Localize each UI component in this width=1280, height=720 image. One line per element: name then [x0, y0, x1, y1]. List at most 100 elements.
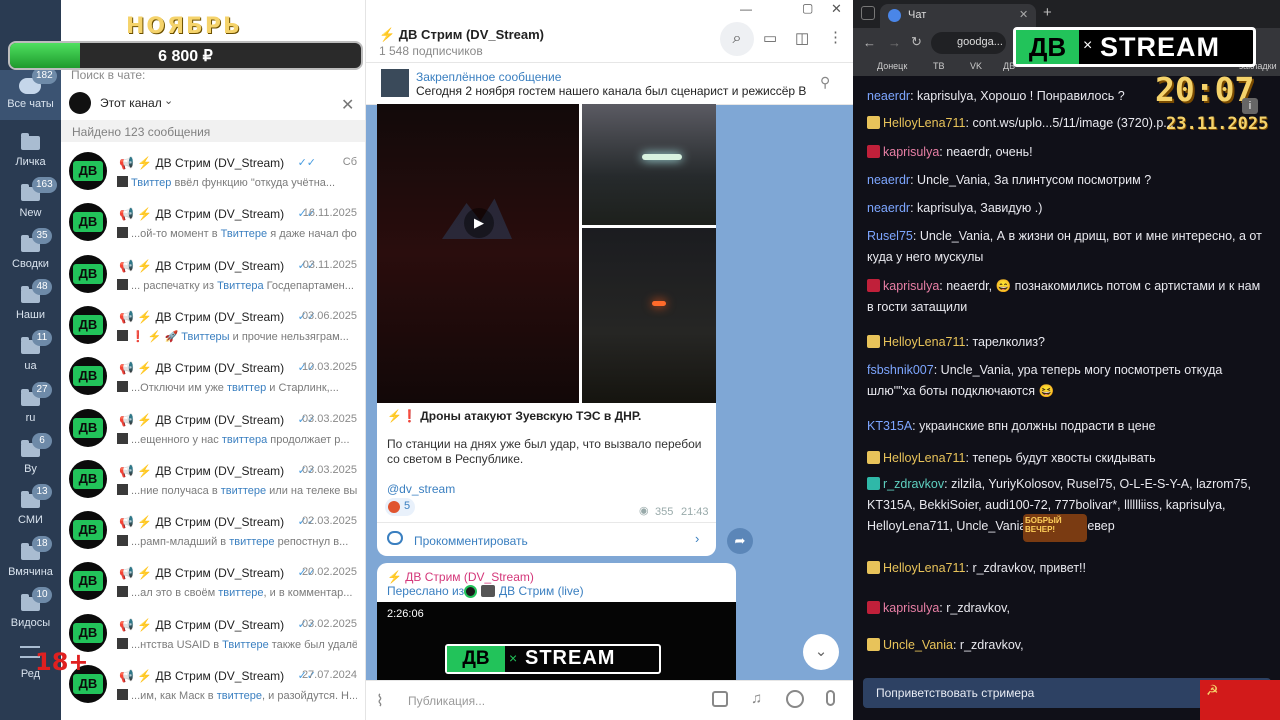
folder-label: New [19, 207, 42, 219]
search-input[interactable]: Поиск в чате: [71, 68, 351, 86]
result-snippet: ...рамп-младший в твиттере репостнул в..… [117, 535, 357, 548]
chat-message: fsbshnik007: Uncle_Vania, ура теперь мог… [867, 360, 1267, 402]
search-result-row[interactable]: ДВ 📢 ⚡ ДВ Стрим (DV_Stream) ✓✓ 03.03.2025..… [61, 403, 366, 454]
search-result-row[interactable]: ДВ 📢 ⚡ ДВ Стрим (DV_Stream) ✓✓ 03.11.2025..… [61, 249, 366, 300]
chat-username[interactable]: neaerdr [867, 89, 910, 103]
chat-username[interactable]: Rusel75 [867, 229, 913, 243]
chat-log: neaerdr: kaprisulya, Хорошо ! Понравилос… [853, 80, 1280, 674]
chat-username[interactable]: Uncle_Vania [883, 638, 953, 652]
folder-rail: 182 Все чаты Личка 163 New 35 Сводки 48 Наш… [0, 0, 61, 720]
folder-all-chats[interactable]: 182 Все чаты [0, 68, 61, 120]
bell-icon[interactable]: ♫ [751, 690, 762, 707]
search-result-row[interactable]: ДВ 📢 ⚡ ДВ Стрим (DV_Stream) ✓✓ 27.07.2024..… [61, 659, 366, 710]
chat-username[interactable]: fsbshnik007 [867, 363, 934, 377]
stream-video-preview[interactable]: 2:26:06 ДВ × STREAM [377, 602, 736, 680]
folder-personal[interactable]: Личка [0, 128, 61, 178]
minimize-icon[interactable]: — [740, 2, 752, 16]
comment-bar[interactable]: Прокомментировать › [377, 522, 716, 556]
search-result-row[interactable]: ДВ 📢 ⚡ ДВ Стрим (DV_Stream) ✓✓ 02.03.2025..… [61, 505, 366, 556]
folder-vmyachina[interactable]: 18 Вмячина [0, 536, 61, 588]
play-icon[interactable]: ▶ [464, 208, 494, 238]
result-date: 27.07.2024 [301, 669, 357, 681]
thumbnail-icon [117, 535, 128, 547]
search-result-row[interactable]: ДВ 📢 ⚡ ДВ Стрим (DV_Stream) ✓✓ Сб Твиттер вв… [61, 146, 366, 197]
folder-badge: 48 [32, 279, 52, 295]
more-options-icon[interactable]: ⋮ [828, 28, 843, 46]
folder-ua[interactable]: 11 ua [0, 330, 61, 382]
search-result-row[interactable]: ДВ 📢 ⚡ ДВ Стрим (DV_Stream) ✓✓ 20.02.2025..… [61, 556, 366, 607]
chat-username[interactable]: kaprisulya [883, 601, 939, 615]
fwd-author[interactable]: ⚡ ДВ Стрим (DV_Stream) [387, 570, 534, 584]
compose-input[interactable]: Публикация... [408, 694, 485, 708]
channel-avatar: ДВ [69, 254, 107, 293]
avatar-logo: ДВ [73, 263, 103, 284]
bookmark-item[interactable]: ТВ [933, 61, 945, 71]
new-tab-icon[interactable]: + [1043, 4, 1052, 21]
folder-svodki[interactable]: 35 Сводки [0, 228, 61, 280]
folder-nashi[interactable]: 48 Наши [0, 279, 61, 331]
chat-username[interactable]: r_zdravkov [883, 477, 944, 491]
chat-username[interactable]: neaerdr [867, 201, 910, 215]
live-stream-icon[interactable]: ▭ [763, 29, 777, 47]
close-window-icon[interactable]: ✕ [831, 1, 842, 17]
folder-ru[interactable]: 27 ru [0, 382, 61, 434]
tab-menu-icon[interactable] [861, 6, 875, 20]
scroll-down-button[interactable]: ⌄ [803, 634, 839, 670]
close-icon[interactable]: ✕ [341, 95, 354, 115]
video-thumbnail[interactable]: ▶ [377, 104, 579, 403]
pin-list-icon[interactable]: ⚲ [820, 74, 830, 91]
thumbnail-icon [117, 278, 128, 290]
forward-icon[interactable]: → [888, 35, 901, 50]
folder-videos[interactable]: 10 Видосы [0, 587, 61, 639]
search-result-row[interactable]: ДВ 📢 ⚡ ДВ Стрим (DV_Stream) ✓✓ 03.06.2025 ❗ … [61, 300, 366, 351]
search-result-row[interactable]: ДВ 📢 ⚡ ДВ Стрим (DV_Stream) ✓✓ 10.03.2025..… [61, 351, 366, 402]
emoji-icon[interactable] [786, 690, 804, 708]
goal-month: НОЯБРЬ [126, 14, 242, 39]
sidebar-toggle-icon[interactable]: ◫ [795, 29, 809, 47]
scope-selector[interactable]: Этот канал ⌄ [69, 92, 329, 114]
chat-username[interactable]: HelloyLena711 [883, 335, 965, 349]
chat-username[interactable]: neaerdr [867, 173, 910, 187]
fwd-from-label: Переслано из [387, 584, 465, 598]
calendar-icon[interactable] [712, 691, 728, 707]
fwd-from-name[interactable]: ДВ Стрим (live) [499, 584, 584, 598]
chat-username[interactable]: HelloyLena711 [883, 116, 965, 130]
tv-icon [481, 585, 495, 597]
photo-thumbnail-1[interactable] [582, 104, 716, 225]
share-icon[interactable]: ➦ [727, 528, 753, 554]
browser-tab[interactable]: Чат ✕ [880, 4, 1036, 28]
reload-icon[interactable]: ↻ [911, 34, 922, 50]
search-result-row[interactable]: ДВ 📢 ⚡ ДВ Стрим (DV_Stream) ✓✓ 16.11.2025..… [61, 197, 366, 248]
photo-thumbnail-2[interactable] [582, 228, 716, 403]
chat-text: r_zdravkov, [959, 638, 1024, 652]
pinned-message-bar[interactable]: Закреплённое сообщение Сегодня 2 ноября … [366, 63, 853, 105]
attach-icon[interactable]: ⌇ [376, 691, 384, 711]
chat-username[interactable]: HelloyLena711 [883, 451, 965, 465]
chat-username[interactable]: KT315A [867, 419, 912, 433]
chat-text: kaprisulya, Хорошо ! Понравилось ? [917, 89, 1125, 103]
post-link[interactable]: @dv_stream [387, 482, 455, 496]
user-badge-icon [867, 561, 880, 574]
address-bar[interactable]: goodga... [931, 32, 1006, 54]
reaction-chip[interactable]: 5 [385, 498, 415, 516]
channel-header[interactable]: ⚡ ДВ Стрим (DV_Stream) 1 548 подписчиков… [366, 20, 853, 63]
search-result-row[interactable]: ДВ 📢 ⚡ ДВ Стрим (DV_Stream) ✓✓ 03.03.2025..… [61, 454, 366, 505]
search-result-row[interactable]: ДВ 📢 ⚡ ДВ Стрим (DV_Stream) ✓✓ 03.02.2025..… [61, 608, 366, 659]
folder-new[interactable]: 163 New [0, 177, 61, 229]
back-icon[interactable]: ← [863, 35, 876, 50]
chat-message: HelloyLena711: cont.ws/uplo...5/11/image… [867, 113, 1267, 134]
chat-message: neaerdr: Uncle_Vania, За плинтусом посмо… [867, 170, 1267, 191]
chat-username[interactable]: HelloyLena711 [883, 561, 965, 575]
folder-smi[interactable]: 13 СМИ [0, 484, 61, 536]
tab-close-icon[interactable]: ✕ [1019, 8, 1028, 21]
folder-badge: 11 [32, 330, 52, 346]
chat-username[interactable]: kaprisulya [883, 279, 939, 293]
bookmark-item[interactable]: Донецк [877, 61, 907, 71]
result-channel-name: 📢 ⚡ ДВ Стрим (DV_Stream) [119, 463, 285, 478]
folder-by[interactable]: 6 By [0, 433, 61, 485]
microphone-icon[interactable] [826, 690, 835, 706]
chat-username[interactable]: kaprisulya [883, 145, 939, 159]
maximize-icon[interactable]: ▢ [802, 1, 813, 15]
bookmark-item[interactable]: VK [970, 61, 982, 71]
search-icon[interactable]: ⌕ [720, 22, 754, 56]
